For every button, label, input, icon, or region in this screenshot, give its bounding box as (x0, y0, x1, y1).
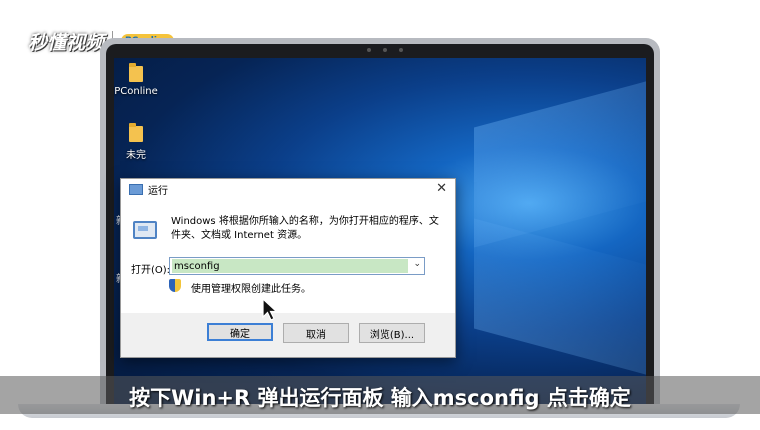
cancel-button[interactable]: 取消 (283, 323, 349, 343)
chevron-down-icon[interactable]: ⌄ (413, 259, 421, 269)
dialog-description: Windows 将根据你所输入的名称，为你打开相应的程序、文件夹、文档或 Int… (171, 216, 439, 241)
uac-shield-icon (169, 279, 181, 292)
open-combobox[interactable]: ⌄ (169, 257, 425, 275)
camera-dot (383, 48, 387, 52)
desktop-icon-pconline[interactable]: PConline (106, 63, 166, 97)
wallpaper-light (474, 68, 646, 248)
ok-button[interactable]: 确定 (207, 323, 273, 341)
admin-note: 使用管理权限创建此任务。 (191, 284, 311, 295)
camera-dot (399, 48, 403, 52)
open-label: 打开(O): (131, 265, 171, 276)
video-caption: 按下Win+R 弹出运行面板 输入msconfig 点击确定 (129, 386, 631, 410)
run-program-icon (133, 221, 157, 239)
open-input[interactable] (172, 259, 408, 273)
desktop-icon-label: 未完 (126, 150, 146, 161)
camera-dot (367, 48, 371, 52)
run-dialog: 运行 ✕ Windows 将根据你所输入的名称，为你打开相应的程序、文件夹、文档… (120, 178, 456, 358)
dialog-title: 运行 (148, 185, 168, 197)
folder-icon (129, 63, 143, 82)
dialog-button-bar: 确定 取消 浏览(B)... (121, 313, 455, 357)
watermark-brand: 秒懂视频 (28, 31, 105, 54)
close-icon[interactable]: ✕ (436, 181, 447, 196)
desktop-icon-weiwan[interactable]: 未完 (106, 123, 166, 161)
run-app-icon (129, 183, 143, 195)
browse-button[interactable]: 浏览(B)... (359, 323, 425, 343)
folder-icon (129, 123, 143, 142)
dialog-titlebar[interactable]: 运行 ✕ (121, 179, 455, 199)
desktop-icon-label: PConline (114, 86, 158, 97)
mouse-cursor-icon (262, 298, 278, 321)
wallpaper-light (474, 218, 646, 388)
